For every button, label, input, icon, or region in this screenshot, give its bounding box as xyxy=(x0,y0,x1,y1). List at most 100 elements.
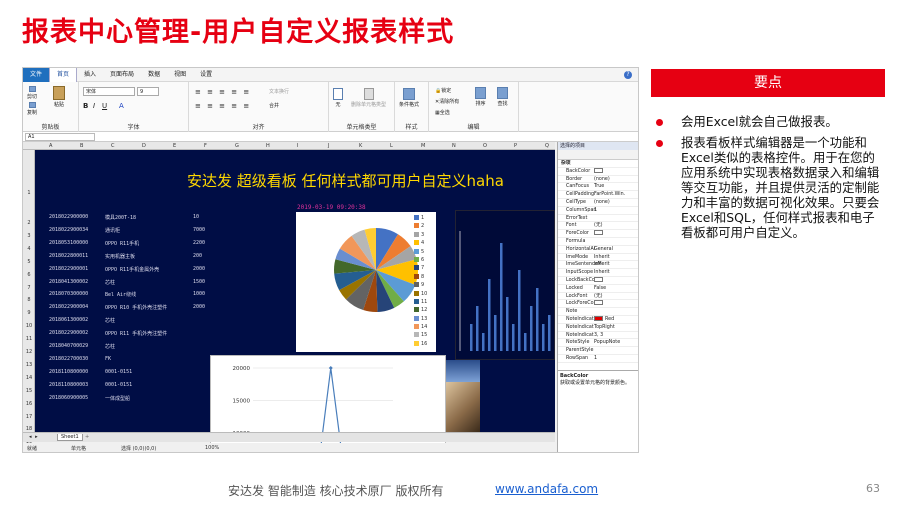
dark-bar xyxy=(512,324,515,351)
status-ready: 就绪 xyxy=(27,446,38,452)
help-icon[interactable]: ? xyxy=(624,71,632,79)
dashboard-sheet[interactable]: 安达发 超级看板 任何样式都可用户自定义haha 2019-03-19 09:2… xyxy=(35,150,555,452)
menu-insert[interactable]: 插入 xyxy=(77,68,103,82)
bold-button[interactable]: B xyxy=(83,102,88,110)
column-header: M xyxy=(421,143,426,149)
property-value-text: General xyxy=(594,246,613,252)
properties-toolbar[interactable] xyxy=(558,150,638,160)
data-point xyxy=(328,366,333,370)
property-name: InputScope xyxy=(566,270,594,276)
column-header: K xyxy=(359,143,363,149)
menu-file[interactable]: 文件 xyxy=(23,68,50,82)
color-swatch xyxy=(594,276,603,282)
property-row: Formula xyxy=(558,238,638,246)
property-value xyxy=(594,167,605,175)
column-header: I xyxy=(297,143,299,149)
legend-label: 2 xyxy=(421,223,425,230)
legend-label: 13 xyxy=(421,315,428,322)
legend-entry: 6 xyxy=(414,256,427,264)
paste-button[interactable]: 粘贴 xyxy=(53,86,65,108)
property-value-text: Inherit xyxy=(594,262,610,268)
legend-swatch xyxy=(414,265,419,271)
row-name: 芯柱 xyxy=(105,344,116,350)
legend-entry: 13 xyxy=(414,315,427,323)
dark-bar xyxy=(482,333,485,351)
property-name: Font xyxy=(566,223,577,229)
ribbon-group-edit: 🔒锁定 ✕清除所有 ▦全选 排序 查找 编辑 xyxy=(429,82,519,132)
legend-entry: 15 xyxy=(414,331,427,339)
sort-button[interactable]: 排序 xyxy=(475,87,486,107)
property-value-text: False xyxy=(594,285,607,291)
dark-bar xyxy=(506,297,509,351)
column-header: P xyxy=(514,143,518,149)
menu-settings[interactable]: 设置 xyxy=(193,68,219,82)
property-row: ForeColor xyxy=(558,230,638,238)
row-header: 6 xyxy=(27,271,31,278)
find-button[interactable]: 查找 xyxy=(497,87,508,107)
row-id: 2018040700029 xyxy=(49,343,89,349)
property-name: NoteIndicat xyxy=(566,324,594,330)
underline-button[interactable]: U xyxy=(102,102,107,110)
legend-entry: 5 xyxy=(414,248,427,256)
row-header: 8 xyxy=(27,297,31,304)
wrap-text-button[interactable]: 文本换行 xyxy=(269,88,289,95)
property-row: CellType (none) xyxy=(558,199,638,207)
font-name-select[interactable]: 宋体 xyxy=(83,87,135,96)
font-color-button[interactable]: A xyxy=(119,102,124,110)
merge-button[interactable]: 合并 xyxy=(269,102,279,109)
properties-panel: 选择的项目 杂项 BackColor Border (none) CanFocus Tr… xyxy=(557,142,638,452)
property-value-text: (无) xyxy=(594,293,603,299)
legend-label: 6 xyxy=(421,256,425,263)
add-sheet-button[interactable]: + xyxy=(85,434,89,440)
italic-button[interactable]: I xyxy=(93,102,95,110)
lock-button[interactable]: 🔒锁定 xyxy=(435,87,451,94)
legend-label: 10 xyxy=(421,290,428,297)
name-box[interactable]: A1 xyxy=(25,133,95,141)
conditional-format-icon xyxy=(403,88,415,100)
pie-chart: 1 2 3 4 5 6 7 8 9 10 11 12 13 14 15 16 xyxy=(296,212,436,352)
property-row: Border (none) xyxy=(558,176,638,184)
tab-nav-arrows[interactable]: ◂ ▸ xyxy=(29,434,39,440)
dark-bar xyxy=(542,324,545,351)
property-value-text: True xyxy=(594,184,605,190)
select-all-button[interactable]: ▦全选 xyxy=(435,109,450,116)
menu-home[interactable]: 首页 xyxy=(49,68,78,82)
menu-view[interactable]: 视图 xyxy=(167,68,193,82)
dark-bar xyxy=(518,270,521,351)
scissors-icon xyxy=(28,86,36,92)
indent-buttons[interactable]: ≡ ≡ ≡ ≡ ≡ xyxy=(195,102,251,110)
cut-button[interactable]: 剪切 xyxy=(27,86,37,100)
conditional-format-button[interactable]: 条件格式 xyxy=(399,88,419,108)
property-name: NoteIndicat xyxy=(566,332,594,338)
copy-button[interactable]: 复制 xyxy=(27,102,37,116)
column-header: H xyxy=(266,143,270,149)
legend-swatch xyxy=(414,256,419,262)
row-qty: 200 xyxy=(193,252,203,259)
legend-swatch xyxy=(414,340,419,346)
dashboard-timestamp: 2019-03-19 09:20:38 xyxy=(297,204,366,211)
celltype-none-button[interactable]: 无 xyxy=(333,88,343,108)
dark-bar xyxy=(488,279,491,351)
group-label-align: 对齐 xyxy=(252,124,265,131)
font-size-select[interactable]: 9 xyxy=(137,87,159,96)
delete-celltype-button[interactable]: 删除单元格类型 xyxy=(351,88,386,108)
legend-swatch xyxy=(414,223,419,229)
row-id: 2018061300002 xyxy=(49,317,89,324)
tab-sheet1[interactable]: Sheet1 xyxy=(57,434,83,441)
footer-link[interactable]: www.andafa.com xyxy=(495,482,598,496)
menu-data[interactable]: 数据 xyxy=(141,68,167,82)
clear-all-button[interactable]: ✕清除所有 xyxy=(435,98,459,105)
align-buttons[interactable]: ≡ ≡ ≡ ≡ ≡ xyxy=(195,88,251,96)
row-name: OPPO R11 手机外壳注塑件 xyxy=(105,331,168,338)
property-row: BackColor xyxy=(558,167,638,176)
dark-bar xyxy=(476,306,479,351)
property-value: False xyxy=(594,285,607,292)
ribbon-group-align: ≡ ≡ ≡ ≡ ≡ ≡ ≡ ≡ ≡ ≡ 文本换行 合并 对齐 xyxy=(189,82,329,132)
row-id: 2018110800003 xyxy=(49,381,89,388)
property-name: ParentStyle xyxy=(566,348,594,354)
menu-page-layout[interactable]: 页面布局 xyxy=(103,68,141,82)
dark-bar xyxy=(536,288,539,351)
slide-title: 报表中心管理-用户自定义报表样式 xyxy=(22,17,455,48)
row-name: 模具200T-18 xyxy=(105,215,137,221)
legend-entry: 1 xyxy=(414,214,427,222)
